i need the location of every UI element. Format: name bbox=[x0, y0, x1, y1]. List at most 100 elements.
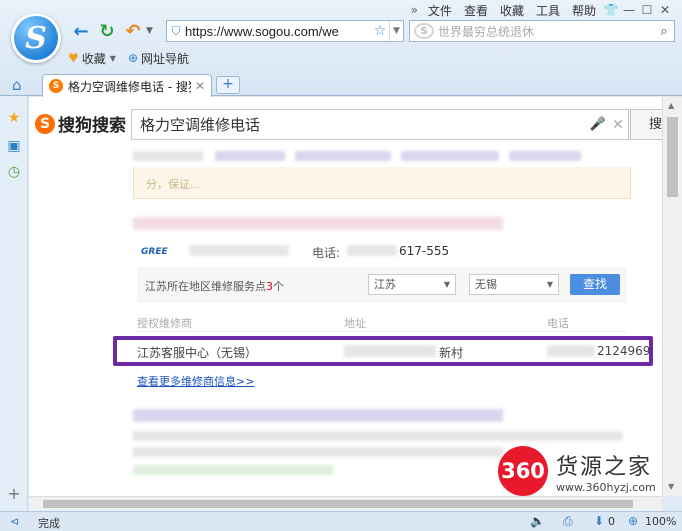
phone-label: 电话: bbox=[312, 246, 341, 260]
vertical-scrollbar[interactable]: ▲ ▼ bbox=[662, 97, 682, 496]
province-select[interactable]: 江苏 ▼ bbox=[368, 274, 456, 295]
scroll-up-icon[interactable]: ▲ bbox=[668, 101, 674, 110]
blurred-tab bbox=[295, 151, 391, 161]
query-box[interactable]: 格力空调维修电话 🎤 ✕ bbox=[131, 109, 629, 140]
favorites-button[interactable]: ♥ 收藏 ▼ bbox=[68, 50, 116, 67]
zoom-level[interactable]: 100% bbox=[645, 515, 676, 528]
browser-search-box[interactable]: S 世界最穷总统退休 ⌕ bbox=[409, 20, 675, 42]
blurred-tab bbox=[133, 151, 203, 161]
find-button[interactable]: 查找 bbox=[570, 274, 620, 295]
maximize-icon[interactable]: ☐ bbox=[638, 3, 656, 17]
heart-icon: ♥ bbox=[68, 51, 79, 65]
browser-logo[interactable]: S bbox=[11, 13, 61, 63]
tab-active[interactable]: S 格力空调维修电话 - 搜狗 ✕ bbox=[42, 74, 212, 97]
minimize-icon[interactable]: — bbox=[620, 3, 638, 17]
sogou-logo-icon: S bbox=[35, 113, 55, 134]
vertical-scroll-thumb[interactable] bbox=[667, 117, 678, 197]
skin-icon[interactable]: 👕 bbox=[602, 3, 620, 17]
blurred-phone bbox=[347, 245, 397, 256]
microphone-icon[interactable]: 🎤 bbox=[588, 117, 608, 132]
zoom-icon[interactable]: ⊕ bbox=[628, 514, 638, 528]
blurred-result-title bbox=[133, 409, 503, 422]
status-text: 完成 bbox=[38, 517, 60, 530]
header-dealer: 授权维修商 bbox=[137, 317, 192, 330]
refresh-icon[interactable]: ↻ bbox=[94, 19, 120, 43]
dealer-phone: 2124969 bbox=[597, 344, 651, 358]
dealer-address: 新村 bbox=[439, 346, 464, 360]
browser-search-input[interactable]: 世界最穷总统退休 bbox=[438, 23, 654, 40]
watermark-url: www.360hyzj.com bbox=[556, 480, 656, 494]
blurred-phone bbox=[547, 345, 595, 357]
menu-tools[interactable]: 工具 bbox=[530, 2, 566, 19]
sogou-favicon-icon: S bbox=[49, 79, 63, 93]
menu-bar: » 文件 查看 收藏 工具 帮助 👕 — ☐ ✕ bbox=[407, 2, 674, 18]
menu-view[interactable]: 查看 bbox=[458, 2, 494, 19]
more-dealers-link[interactable]: 查看更多维修商信息>> bbox=[137, 373, 254, 389]
history-clock-icon[interactable]: ◷ bbox=[6, 164, 22, 180]
bookmark-star-icon[interactable]: ☆ bbox=[371, 23, 389, 39]
bookmarks-bar: ♥ 收藏 ▼ ⊕ 网址导航 bbox=[68, 49, 201, 67]
menu-file[interactable]: 文件 bbox=[422, 2, 458, 19]
chevron-down-icon: ▼ bbox=[443, 280, 450, 289]
clear-query-icon[interactable]: ✕ bbox=[608, 117, 628, 133]
menu-help[interactable]: 帮助 bbox=[566, 2, 602, 19]
globe-icon: ⊕ bbox=[127, 51, 138, 65]
reader-icon[interactable]: ▣ bbox=[6, 138, 22, 154]
header-address: 地址 bbox=[344, 317, 366, 330]
search-engine-icon[interactable]: S bbox=[414, 23, 434, 39]
tab-title: 格力空调维修电话 - 搜狗 bbox=[68, 79, 191, 94]
home-icon[interactable]: ⌂ bbox=[12, 76, 22, 94]
dealer-name: 江苏客服中心（无锡） bbox=[137, 346, 258, 360]
sidebar: ★ ▣ ◷ + bbox=[0, 96, 28, 511]
notice-text: 分，保证... bbox=[146, 178, 201, 191]
watermark: 360 货源之家 www.360hyzj.com bbox=[498, 446, 656, 496]
watermark-badge: 360 bbox=[498, 446, 548, 496]
divider bbox=[137, 331, 627, 332]
chevron-double-right-icon[interactable]: » bbox=[407, 3, 422, 17]
undo-icon[interactable]: ↶ bbox=[120, 19, 146, 43]
back-arrow-icon[interactable]: ← bbox=[68, 19, 94, 43]
address-input[interactable]: https://www.sogou.com/we bbox=[185, 24, 371, 39]
sogou-logo-text: 搜狗搜索 bbox=[58, 116, 126, 136]
add-sidebar-icon[interactable]: + bbox=[6, 486, 22, 502]
toggle-sidebar-icon[interactable]: ⊲ bbox=[10, 515, 19, 528]
close-tab-icon[interactable]: ✕ bbox=[195, 79, 205, 93]
speaker-icon[interactable]: 🔈 bbox=[530, 514, 545, 528]
service-count-label: 江苏所在地区维修服务点3个 bbox=[145, 280, 284, 293]
search-button[interactable]: 搜 bbox=[630, 109, 662, 140]
city-select[interactable]: 无锡 ▼ bbox=[469, 274, 559, 295]
query-input[interactable]: 格力空调维修电话 bbox=[140, 114, 588, 135]
download-icon[interactable]: ⬇ bbox=[594, 514, 604, 528]
chevron-down-icon[interactable]: ▼ bbox=[110, 54, 116, 63]
web-nav-button[interactable]: ⊕ 网址导航 bbox=[128, 50, 189, 67]
blurred-address bbox=[344, 345, 436, 357]
favorites-label: 收藏 bbox=[81, 51, 106, 66]
address-dropdown-icon[interactable]: ▼ bbox=[389, 21, 403, 41]
scroll-down-icon[interactable]: ▼ bbox=[668, 482, 674, 491]
web-nav-label: 网址导航 bbox=[141, 51, 190, 66]
horizontal-scrollbar[interactable] bbox=[29, 496, 662, 511]
page-viewport: S 搜狗搜索 格力空调维修电话 🎤 ✕ 搜 分，保证... GREE 电话: 6… bbox=[29, 97, 662, 496]
screenshot-icon[interactable]: ⎙ bbox=[563, 514, 573, 529]
header-phone: 电话 bbox=[547, 317, 569, 330]
horizontal-scroll-thumb[interactable] bbox=[43, 500, 633, 508]
favorites-star-icon[interactable]: ★ bbox=[6, 110, 22, 126]
phone-value: 617-555 bbox=[399, 244, 450, 258]
address-bar[interactable]: ⛉ https://www.sogou.com/we ☆ ▼ bbox=[166, 20, 404, 42]
blurred-tab bbox=[509, 151, 581, 161]
blurred-text bbox=[189, 245, 289, 256]
sogou-s-icon: S bbox=[25, 20, 47, 56]
blurred-result-title bbox=[133, 217, 503, 230]
sogou-search-logo[interactable]: S 搜狗搜索 bbox=[35, 111, 126, 136]
watermark-name: 货源之家 bbox=[556, 454, 653, 480]
status-bar: ⊲ 完成 🔈 ⎙ ⬇ 0 ⊕ 100% bbox=[0, 511, 682, 531]
menu-favorites[interactable]: 收藏 bbox=[494, 2, 530, 19]
service-locator: 江苏所在地区维修服务点3个 江苏 ▼ 无锡 ▼ 查找 bbox=[137, 267, 627, 303]
chevron-down-icon: ▼ bbox=[546, 280, 553, 289]
close-window-icon[interactable]: ✕ bbox=[656, 3, 674, 17]
search-icon[interactable]: ⌕ bbox=[654, 24, 674, 39]
new-tab-button[interactable]: + bbox=[216, 76, 240, 94]
undo-dropdown-icon[interactable]: ▼ bbox=[146, 26, 156, 36]
security-shield-icon: ⛉ bbox=[171, 23, 181, 38]
browser-chrome: S » 文件 查看 收藏 工具 帮助 👕 — ☐ ✕ ← ↻ ↶ ▼ ⛉ htt… bbox=[0, 0, 682, 97]
